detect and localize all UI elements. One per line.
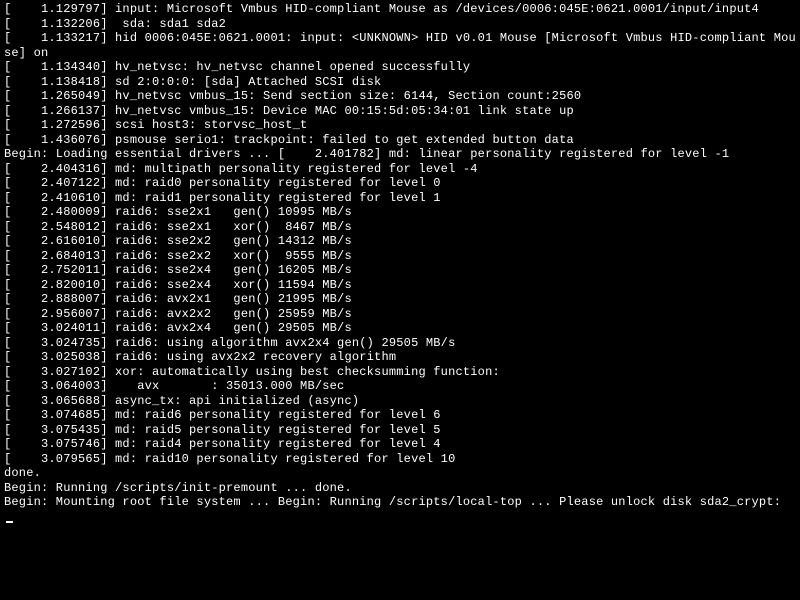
- boot-console: [ 1.129797] input: Microsoft Vmbus HID-c…: [0, 0, 800, 526]
- cursor: [6, 521, 13, 523]
- log-line: [ 3.064003] avx : 35013.000 MB/sec: [4, 379, 796, 394]
- log-line: [ 3.079565] md: raid10 personality regis…: [4, 452, 796, 467]
- log-line: [ 2.616010] raid6: sse2x2 gen() 14312 MB…: [4, 234, 796, 249]
- log-line: [ 1.134340] hv_netvsc: hv_netvsc channel…: [4, 60, 796, 75]
- prompt-line[interactable]: Begin: Mounting root file system ... Beg…: [4, 495, 796, 524]
- log-line: [ 1.129797] input: Microsoft Vmbus HID-c…: [4, 2, 796, 17]
- log-line: [ 1.132206] sda: sda1 sda2: [4, 17, 796, 32]
- log-line: [ 1.266137] hv_netvsc vmbus_15: Device M…: [4, 104, 796, 119]
- log-line: [ 1.265049] hv_netvsc vmbus_15: Send sec…: [4, 89, 796, 104]
- log-line: [ 2.548012] raid6: sse2x1 xor() 8467 MB/…: [4, 220, 796, 235]
- log-line: [ 1.133217] hid 0006:045E:0621.0001: inp…: [4, 31, 796, 60]
- log-line: [ 3.065688] async_tx: api initialized (a…: [4, 394, 796, 409]
- log-line: [ 1.436076] psmouse serio1: trackpoint: …: [4, 133, 796, 148]
- log-line: [ 2.820010] raid6: sse2x4 xor() 11594 MB…: [4, 278, 796, 293]
- log-line: [ 3.075746] md: raid4 personality regist…: [4, 437, 796, 452]
- log-line: [ 3.075435] md: raid5 personality regist…: [4, 423, 796, 438]
- log-line: [ 3.027102] xor: automatically using bes…: [4, 365, 796, 380]
- log-line: [ 1.138418] sd 2:0:0:0: [sda] Attached S…: [4, 75, 796, 90]
- log-line: [ 3.074685] md: raid6 personality regist…: [4, 408, 796, 423]
- log-line: [ 1.272596] scsi host3: storvsc_host_t: [4, 118, 796, 133]
- log-line: done.: [4, 466, 796, 481]
- log-line: [ 3.024735] raid6: using algorithm avx2x…: [4, 336, 796, 351]
- log-line: [ 2.752011] raid6: sse2x4 gen() 16205 MB…: [4, 263, 796, 278]
- log-line: [ 2.410610] md: raid1 personality regist…: [4, 191, 796, 206]
- log-line: [ 2.407122] md: raid0 personality regist…: [4, 176, 796, 191]
- log-line: [ 3.025038] raid6: using avx2x2 recovery…: [4, 350, 796, 365]
- log-line: [ 3.024011] raid6: avx2x4 gen() 29505 MB…: [4, 321, 796, 336]
- log-line: [ 2.404316] md: multipath personality re…: [4, 162, 796, 177]
- log-line: [ 2.684013] raid6: sse2x2 xor() 9555 MB/…: [4, 249, 796, 264]
- log-line: [ 2.888007] raid6: avx2x1 gen() 21995 MB…: [4, 292, 796, 307]
- log-line: Begin: Loading essential drivers ... [ 2…: [4, 147, 796, 162]
- log-line: [ 2.480009] raid6: sse2x1 gen() 10995 MB…: [4, 205, 796, 220]
- log-line: [ 2.956007] raid6: avx2x2 gen() 25959 MB…: [4, 307, 796, 322]
- log-line: Begin: Running /scripts/init-premount ..…: [4, 481, 796, 496]
